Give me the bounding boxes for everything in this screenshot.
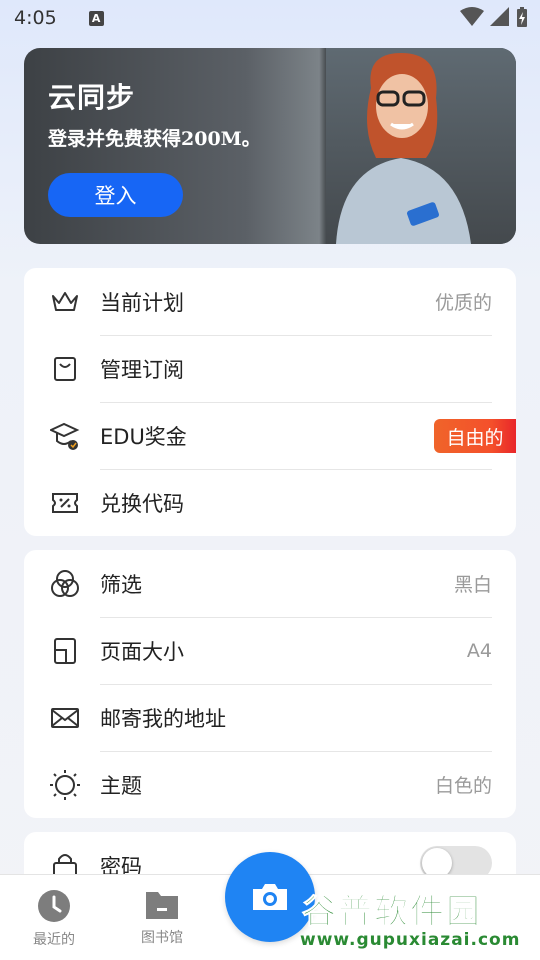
status-icons — [460, 6, 528, 28]
clock-icon — [38, 890, 70, 922]
watermark-url: www.gupuxiazai.com — [300, 930, 521, 950]
site-watermark: 谷普软件园 www.gupuxiazai.com — [296, 884, 540, 960]
nav-label: 最近的 — [33, 932, 75, 948]
filter-row[interactable]: 筛选 黑白 — [24, 550, 516, 617]
banner-title: 云同步 — [48, 81, 136, 114]
folder-icon — [146, 892, 178, 919]
row-label: EDU奖金 — [100, 424, 187, 449]
redeem-code-row[interactable]: 兑换代码 — [24, 469, 516, 536]
wifi-icon — [460, 7, 484, 26]
crown-icon — [50, 287, 80, 317]
settings-card: 筛选 黑白 页面大小 A4 邮寄我的地址 主题 白色的 — [24, 550, 516, 818]
graduation-cap-icon — [50, 421, 80, 451]
nav-recent[interactable]: 最近的 — [4, 889, 104, 949]
envelope-icon — [50, 703, 80, 733]
row-label: 兑换代码 — [100, 491, 184, 516]
status-time: 4:05 — [14, 7, 57, 29]
watermark-title: 谷普软件园 — [302, 892, 482, 933]
cloud-sync-banner: 云同步 登录并免费获得200M。 登入 — [24, 48, 516, 244]
page-size-row[interactable]: 页面大小 A4 — [24, 617, 516, 684]
ticket-icon — [50, 488, 80, 518]
battery-icon — [517, 7, 527, 27]
row-label: 邮寄我的地址 — [100, 706, 226, 731]
sun-icon — [50, 769, 80, 800]
row-value: 黑白 — [453, 574, 492, 596]
row-value: 优质的 — [434, 292, 492, 314]
row-label: 管理订阅 — [100, 357, 184, 382]
shopping-bag-icon — [50, 354, 80, 384]
page-size-icon — [50, 636, 80, 666]
row-label: 筛选 — [100, 572, 142, 597]
filter-circles-icon — [50, 569, 80, 599]
edu-bonus-row[interactable]: EDU奖金 自由的 — [24, 402, 516, 469]
mail-address-row[interactable]: 邮寄我的地址 — [24, 684, 516, 751]
row-value: 白色的 — [434, 775, 492, 797]
row-label: 当前计划 — [100, 290, 184, 315]
login-button[interactable]: 登入 — [48, 173, 183, 217]
status-bar: 4:05 A — [0, 0, 540, 36]
row-label: 页面大小 — [100, 639, 184, 664]
banner-photo — [336, 53, 471, 244]
camera-icon — [253, 884, 287, 910]
theme-row[interactable]: 主题 白色的 — [24, 751, 516, 818]
row-label: 主题 — [100, 773, 142, 798]
current-plan-row[interactable]: 当前计划 优质的 — [24, 268, 516, 335]
account-card: 当前计划 优质的 管理订阅 EDU奖金 自由的 兑换代码 — [24, 268, 516, 536]
manage-subscription-row[interactable]: 管理订阅 — [24, 335, 516, 402]
notification-icon: A — [88, 10, 104, 26]
nav-label: 图书馆 — [141, 930, 183, 946]
free-badge: 自由的 — [434, 419, 516, 453]
row-value: A4 — [466, 639, 492, 662]
signal-icon — [490, 7, 509, 26]
nav-library[interactable]: 图书馆 — [112, 889, 212, 947]
banner-subtitle: 登录并免费获得200M。 — [48, 128, 261, 150]
